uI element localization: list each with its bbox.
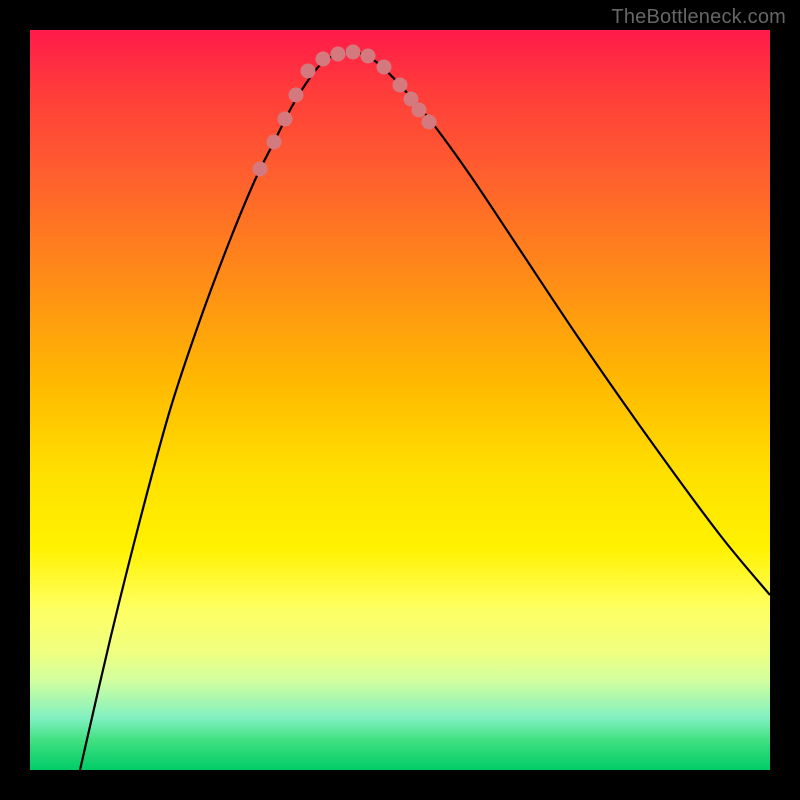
valley-marker <box>316 52 331 67</box>
valley-marker <box>422 115 437 130</box>
valley-marker <box>267 135 282 150</box>
chart-frame <box>30 30 770 770</box>
valley-marker <box>278 112 293 127</box>
main-curve <box>80 52 770 770</box>
valley-marker <box>346 45 361 60</box>
valley-marker <box>253 162 268 177</box>
attribution-text: TheBottleneck.com <box>611 6 786 29</box>
valley-marker <box>412 103 427 118</box>
valley-markers <box>253 45 437 177</box>
valley-marker <box>301 64 316 79</box>
valley-marker <box>393 78 408 93</box>
valley-marker <box>289 88 304 103</box>
valley-marker <box>377 60 392 75</box>
chart-svg <box>30 30 770 770</box>
valley-marker <box>331 47 346 62</box>
valley-marker <box>361 49 376 64</box>
